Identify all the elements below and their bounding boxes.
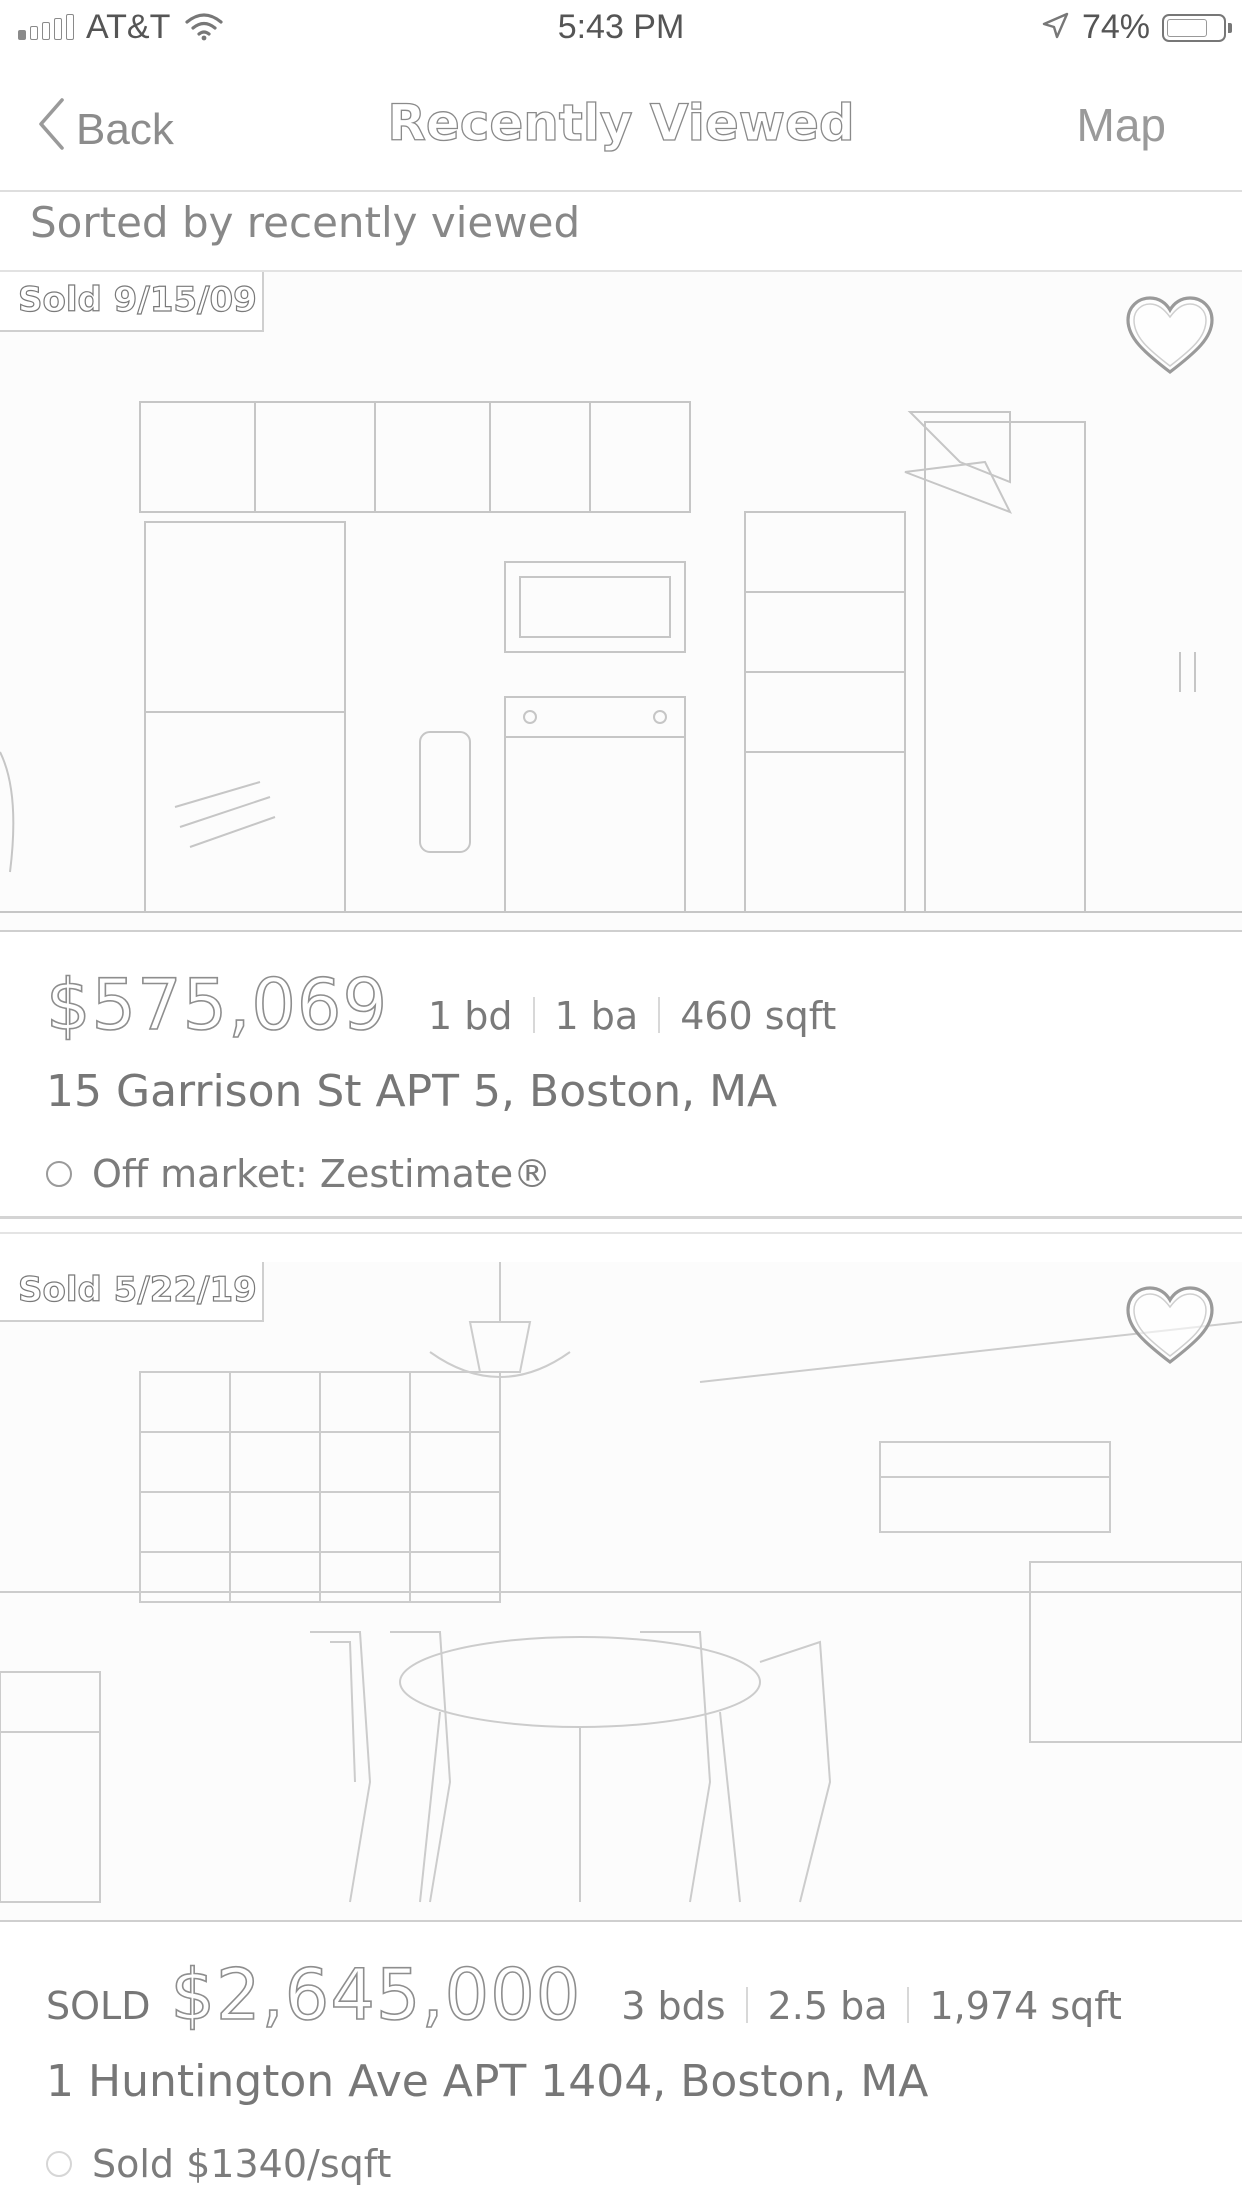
baths-value: 2.5 ba <box>767 1984 888 2028</box>
spec-divider <box>745 1987 748 2023</box>
card-divider <box>0 1216 1242 1234</box>
listing-card[interactable]: Sold 5/22/19 SOLD $2,645,000 3 bds 2.5 b… <box>0 1262 1242 2208</box>
status-dot-icon <box>46 2151 72 2177</box>
heart-outline-icon[interactable] <box>1124 1284 1216 1368</box>
dining-room-photo-sketch <box>0 1262 1242 1903</box>
battery-icon <box>1162 13 1232 42</box>
status-dot-icon <box>46 1161 72 1187</box>
listing-card[interactable]: Sold 9/15/09 $575,069 1 bd 1 ba 460 sqft… <box>0 272 1242 1217</box>
spec-divider <box>658 997 661 1033</box>
battery-fill <box>1167 18 1207 37</box>
battery-percent: 74% <box>1081 8 1150 46</box>
location-arrow-icon <box>1040 11 1070 45</box>
listing-price: $2,645,000 <box>170 1953 582 2037</box>
status-row: Off market: Zestimate® <box>46 1152 551 1196</box>
sold-prefix-label: SOLD <box>46 1984 151 2028</box>
listing-address: 15 Garrison St APT 5, Boston, MA <box>46 1066 778 1117</box>
clock: 5:43 PM <box>557 8 685 46</box>
page-title: Recently Viewed <box>387 93 856 152</box>
spec-divider <box>907 1987 910 2023</box>
listing-photo[interactable] <box>0 1262 1242 1922</box>
sold-date-tag: Sold 9/15/09 <box>0 272 264 332</box>
listing-status: Off market: Zestimate® <box>92 1152 552 1196</box>
sold-date-label: Sold 9/15/09 <box>17 279 257 320</box>
status-row: Sold $1340/sqft <box>46 2142 391 2186</box>
beds-value: 3 bds <box>621 1984 726 2028</box>
spec-divider <box>532 997 535 1033</box>
heart-outline-icon[interactable] <box>1124 294 1216 378</box>
sort-label: Sorted by recently viewed <box>30 198 581 247</box>
navigation-bar: Back Recently Viewed Map <box>0 62 1242 192</box>
status-bar: AT&T 5:43 PM 74% <box>0 0 1242 62</box>
listing-status: Sold $1340/sqft <box>92 2142 392 2186</box>
kitchen-photo-sketch <box>0 401 1242 913</box>
listing-photo[interactable] <box>0 272 1242 932</box>
listing-address: 1 Huntington Ave APT 1404, Boston, MA <box>46 2056 929 2107</box>
price-row: $575,069 1 bd 1 ba 460 sqft <box>45 963 837 1047</box>
baths-value: 1 ba <box>554 994 639 1038</box>
sort-bar: Sorted by recently viewed <box>0 192 1242 272</box>
sqft-value: 1,974 sqft <box>929 1984 1122 2028</box>
map-button[interactable]: Map <box>1077 98 1166 152</box>
price-row: SOLD $2,645,000 3 bds 2.5 ba 1,974 sqft <box>46 1953 1122 2037</box>
sold-date-tag: Sold 5/22/19 <box>0 1262 264 1322</box>
sqft-value: 460 sqft <box>680 994 837 1038</box>
status-bar-right: 74% <box>1040 8 1232 47</box>
listing-price: $575,069 <box>45 963 389 1047</box>
beds-value: 1 bd <box>428 994 513 1038</box>
sold-date-label: Sold 5/22/19 <box>17 1269 257 1310</box>
